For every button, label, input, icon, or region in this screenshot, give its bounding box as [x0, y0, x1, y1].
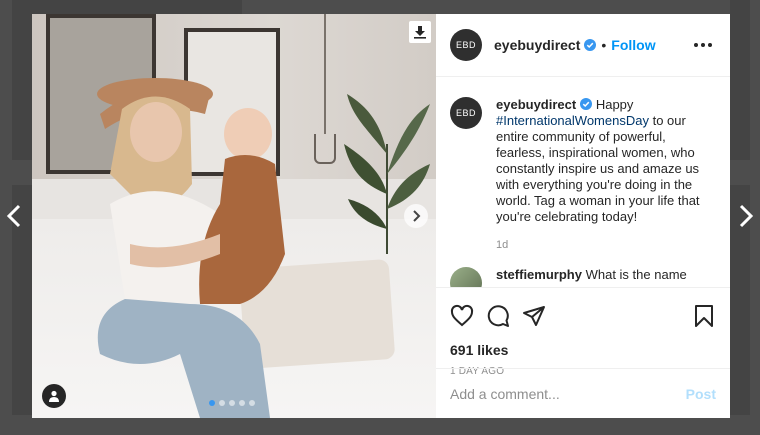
- more-icon: [694, 43, 698, 47]
- more-icon-dot: [701, 43, 705, 47]
- comment-text: What is the name: [585, 267, 687, 282]
- caption-text-before: Happy: [595, 97, 634, 112]
- more-options-button[interactable]: [690, 39, 716, 51]
- account-username-text[interactable]: eyebuydirect: [494, 37, 580, 53]
- comment-username[interactable]: steffiemurphy: [496, 267, 582, 282]
- next-post-button[interactable]: [734, 200, 758, 232]
- likes-count[interactable]: 691 likes: [450, 342, 716, 358]
- previous-post-button[interactable]: [2, 200, 26, 232]
- next-photo-icon: [413, 210, 421, 222]
- comments-section[interactable]: EBD eyebuydirect Happy #InternationalWom…: [436, 77, 730, 287]
- verified-icon: [580, 98, 593, 110]
- comment-icon[interactable]: [486, 304, 510, 328]
- caption-hashtag[interactable]: #InternationalWomensDay: [496, 113, 649, 128]
- carousel-dot: [229, 400, 235, 406]
- follow-button[interactable]: Follow: [611, 37, 655, 53]
- carousel-dot: [209, 400, 215, 406]
- caption-avatar[interactable]: EBD: [450, 97, 482, 129]
- caption-text-after: to our entire community of powerful, fea…: [496, 113, 700, 224]
- next-photo-button[interactable]: [404, 204, 428, 228]
- chevron-right-icon: [739, 204, 754, 228]
- post-header: EBD eyebuydirect • Follow: [436, 14, 730, 77]
- comment-body: steffiemurphy What is the name: [496, 267, 687, 283]
- heart-icon[interactable]: [450, 304, 474, 328]
- user-tags-button[interactable]: [42, 384, 66, 408]
- comment-item: steffiemurphy What is the name: [450, 267, 716, 287]
- comment-avatar[interactable]: [450, 267, 482, 287]
- carousel-dot: [249, 400, 255, 406]
- post-comment-button[interactable]: Post: [686, 386, 716, 402]
- photo-lamp: [314, 134, 336, 164]
- carousel-indicator: [209, 400, 255, 406]
- download-icon: [414, 26, 426, 39]
- photo-subject: [97, 78, 285, 418]
- caption-timestamp[interactable]: 1d: [496, 237, 716, 253]
- carousel-dot: [219, 400, 225, 406]
- caption-body: eyebuydirect Happy #InternationalWomensD…: [496, 97, 716, 253]
- account-avatar[interactable]: EBD: [450, 29, 482, 61]
- post-photo[interactable]: [32, 14, 436, 418]
- caption-username[interactable]: eyebuydirect: [496, 97, 576, 112]
- action-icons: [450, 296, 716, 336]
- verified-icon: [584, 39, 597, 51]
- share-icon[interactable]: [522, 304, 546, 328]
- add-comment-bar: Post: [436, 368, 730, 418]
- photo-plant: [344, 94, 430, 254]
- more-icon-dot: [708, 43, 712, 47]
- caption: EBD eyebuydirect Happy #InternationalWom…: [450, 97, 716, 253]
- download-button[interactable]: [409, 21, 431, 43]
- post-modal: EBD eyebuydirect • Follow EBD eyebuydire…: [32, 14, 730, 418]
- bookmark-icon[interactable]: [692, 304, 716, 328]
- chevron-left-icon: [6, 204, 21, 228]
- header-separator: •: [601, 37, 607, 53]
- post-side-panel: EBD eyebuydirect • Follow EBD eyebuydire…: [436, 14, 730, 418]
- photo-lamp-wire: [324, 14, 326, 134]
- carousel-dot: [239, 400, 245, 406]
- comment-input[interactable]: [450, 385, 686, 402]
- user-tag-icon: [49, 390, 59, 402]
- account-username[interactable]: eyebuydirect: [494, 37, 597, 53]
